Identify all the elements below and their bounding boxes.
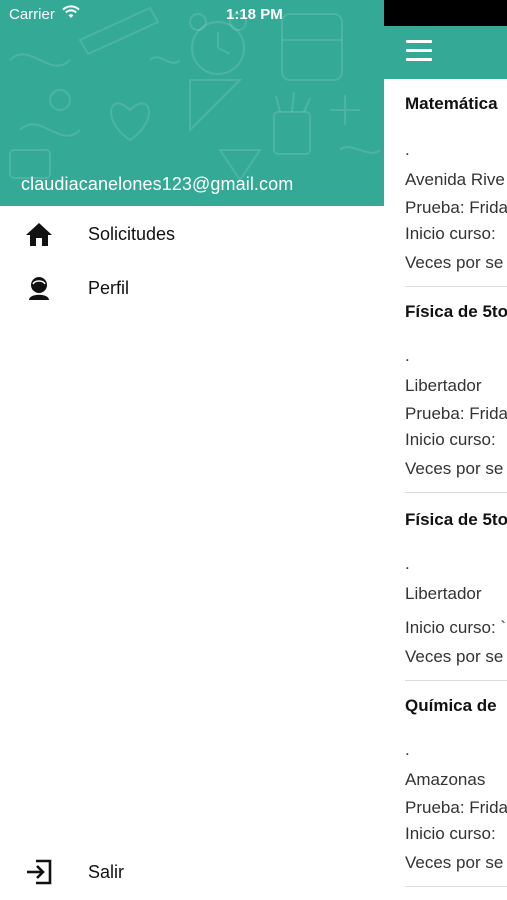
user-email: claudiacanelones123@gmail.com [21,174,294,194]
menu-item-solicitudes[interactable]: Solicitudes [0,208,384,260]
course-dot: . [405,740,410,759]
course-start: Inicio curso: [405,224,496,243]
course-title: Química de [405,696,497,715]
logout-button[interactable]: Salir [0,846,384,898]
course-location: Avenida Rive [405,170,505,189]
home-icon [26,223,52,246]
course-card[interactable]: Física de 5to . Libertador Inicio curso:… [405,510,507,690]
course-test: Prueba: Frida [405,798,507,817]
course-title: Física de 5to [405,510,507,529]
course-test: Prueba: Frida [405,198,507,217]
menu-item-label: Solicitudes [88,224,176,244]
carrier-label: Carrier [9,6,55,23]
course-location: Libertador [405,584,482,603]
course-location: Libertador [405,376,482,395]
drawer-header: Carrier 1:18 PM claudiacanelones123@gmai… [0,0,384,206]
menu-item-label: Perfil [88,278,130,298]
course-dot: . [405,140,410,159]
course-dot: . [405,346,410,365]
card-divider [405,492,507,493]
status-bar: Carrier 1:18 PM [0,0,384,28]
course-start: Inicio curso: ` [405,618,507,637]
hamburger-menu-icon[interactable] [406,40,434,64]
course-card[interactable]: Física de 5to . Libertador Prueba: Frida… [405,302,507,502]
course-frequency: Veces por se [405,853,504,872]
logout-icon [27,859,52,885]
status-time: 1:18 PM [226,6,283,23]
course-card[interactable]: Matemática . Avenida Rive Prueba: Frida … [405,94,507,294]
course-card[interactable]: Química de . Amazonas Prueba: Frida Inic… [405,696,507,896]
course-title: Física de 5to [405,302,507,321]
course-test: Prueba: Frida [405,404,507,423]
course-frequency: Veces por se [405,647,504,666]
main-content: Matemática . Avenida Rive Prueba: Frida … [384,0,507,900]
course-frequency: Veces por se [405,253,504,272]
course-start: Inicio curso: [405,824,496,843]
card-divider [405,286,507,287]
logout-label: Salir [88,862,125,882]
card-divider [405,886,507,887]
main-status-bar [384,0,507,26]
menu-item-perfil[interactable]: Perfil [0,262,384,314]
card-divider [405,680,507,681]
course-dot: . [405,554,410,573]
course-start: Inicio curso: [405,430,496,449]
user-icon [29,277,49,300]
course-frequency: Veces por se [405,459,504,478]
wifi-icon [62,5,80,18]
navigation-drawer: Carrier 1:18 PM claudiacanelones123@gmai… [0,0,384,900]
app-bar [384,26,507,79]
course-title: Matemática [405,94,498,113]
course-location: Amazonas [405,770,486,789]
